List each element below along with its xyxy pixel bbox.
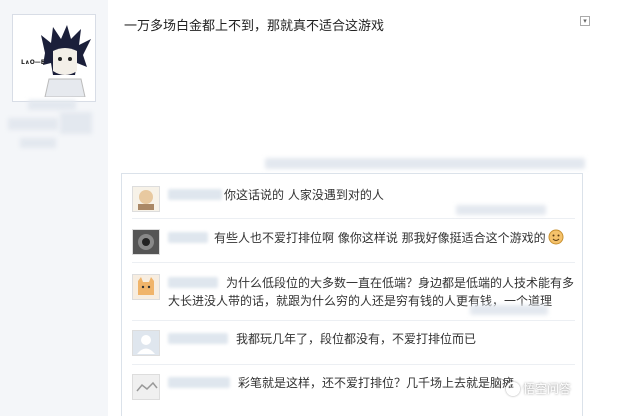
blurred-reply-username (168, 232, 208, 243)
reply-avatar[interactable] (132, 186, 160, 212)
dark-avatar-icon (138, 234, 154, 250)
reply-item: 我都玩几年了，段位都没有，不爱打排位而已 (132, 330, 577, 358)
blurred-post-meta (265, 158, 585, 169)
reply-divider (132, 218, 575, 219)
blurred-reply-username (168, 277, 218, 288)
default-user-avatar-icon (137, 335, 155, 354)
author-sidebar: L∧O—E (0, 0, 108, 416)
reply-text: 彩笔就是这样，还不爱打排位？几千场上去就是脑瘫 (238, 376, 515, 390)
reply-text: 我都玩几年了，段位都没有，不爱打排位而已 (236, 332, 477, 346)
author-avatar[interactable]: L∧O—E (12, 14, 96, 102)
blurred-reply-username (168, 377, 230, 388)
reply-divider (132, 364, 575, 365)
blurred-reply-username (168, 189, 222, 200)
reply-text: 有些人也不爱打排位啊 像你这样说 那我好像挺适合这个游戏的 (214, 231, 546, 245)
watermark-text: 悟空问答 (523, 382, 572, 396)
watermark-logo-icon (506, 382, 520, 396)
anime-character-avatar-icon (41, 25, 91, 97)
cat-avatar-icon (138, 277, 154, 295)
reply-divider (132, 320, 575, 321)
emoji-icon (548, 229, 564, 245)
post-menu-chevron-down-icon[interactable]: ▾ (580, 16, 590, 26)
reply-divider (132, 262, 575, 263)
reply-text-line-1: 为什么低段位的大多数一直在低端？身边都是低端的人技术能有多 (226, 276, 575, 290)
reply-avatar[interactable] (132, 229, 160, 255)
sketch-avatar-icon (136, 381, 158, 392)
post-content: 一万多场白金都上不到，那就真不适合这游戏 (124, 19, 385, 34)
reply-avatar[interactable] (132, 374, 160, 400)
blurred-reply-username (168, 333, 228, 344)
cartoon-avatar-icon (138, 190, 154, 210)
avatar-logo: L∧O—E (21, 59, 45, 66)
blurred-reply-timestamp (470, 305, 548, 315)
blurred-reply-timestamp (456, 205, 546, 215)
blurred-user-meta-2 (60, 112, 92, 134)
blurred-user-meta-3 (20, 138, 56, 148)
watermark: 悟空问答 (506, 380, 571, 397)
blurred-username (28, 100, 76, 110)
reply-avatar[interactable] (132, 330, 160, 356)
reply-avatar[interactable] (132, 274, 160, 300)
blurred-user-meta (8, 118, 58, 130)
reply-item: 有些人也不爱打排位啊 像你这样说 那我好像挺适合这个游戏的 (132, 229, 577, 257)
reply-text: 你这话说的 人家没遇到对的人 (224, 188, 384, 202)
